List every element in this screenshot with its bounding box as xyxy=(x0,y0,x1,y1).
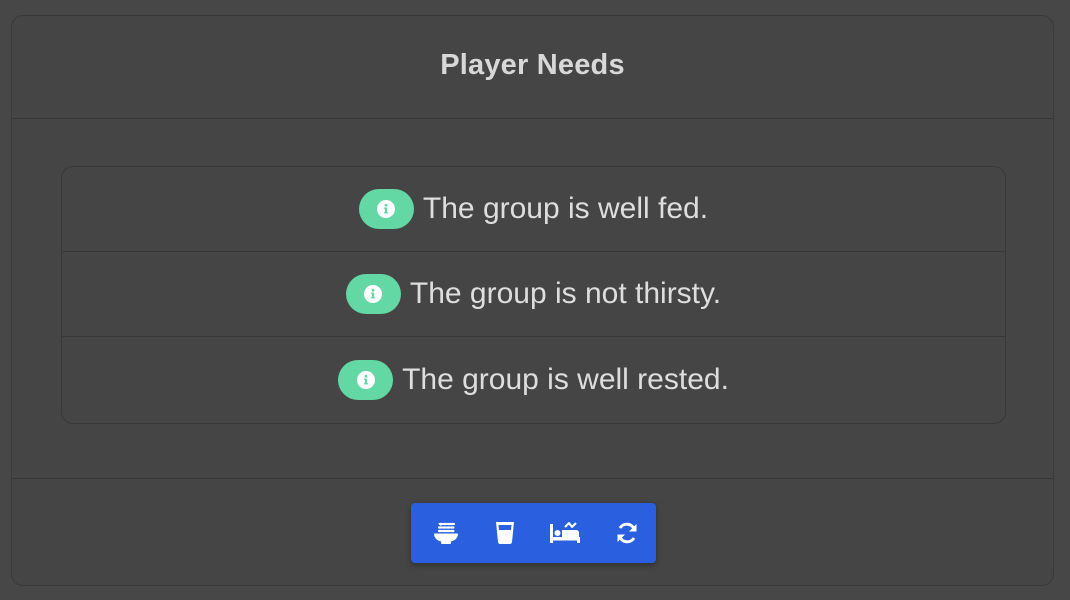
status-text: The group is not thirsty. xyxy=(409,277,722,310)
bed-icon xyxy=(550,522,581,543)
status-text: The group is well fed. xyxy=(422,192,709,225)
info-icon xyxy=(377,200,396,218)
status-row-thirst: The group is not thirsty. xyxy=(62,252,1005,337)
refresh-button[interactable] xyxy=(598,503,656,563)
card-header: Player Needs xyxy=(12,16,1053,119)
info-badge[interactable] xyxy=(338,360,394,400)
status-text: The group is well rested. xyxy=(402,363,729,396)
status-row-hunger: The group is well fed. xyxy=(62,167,1005,252)
status-list: The group is well fed. The group is not … xyxy=(61,166,1006,424)
info-badge[interactable] xyxy=(358,189,414,229)
drink-button[interactable] xyxy=(478,503,533,563)
food-bowl-icon xyxy=(434,522,459,544)
player-needs-card: Player Needs The group is well fed. The … xyxy=(11,15,1054,586)
rest-button[interactable] xyxy=(533,503,598,563)
page-title: Player Needs xyxy=(440,49,625,81)
status-row-rest: The group is well rested. xyxy=(62,337,1005,423)
info-badge[interactable] xyxy=(345,274,401,314)
refresh-icon xyxy=(617,522,637,544)
info-icon xyxy=(364,285,383,303)
action-toolbar xyxy=(411,503,656,563)
feed-button[interactable] xyxy=(411,503,478,563)
glass-icon xyxy=(496,522,515,544)
info-icon xyxy=(356,371,375,389)
